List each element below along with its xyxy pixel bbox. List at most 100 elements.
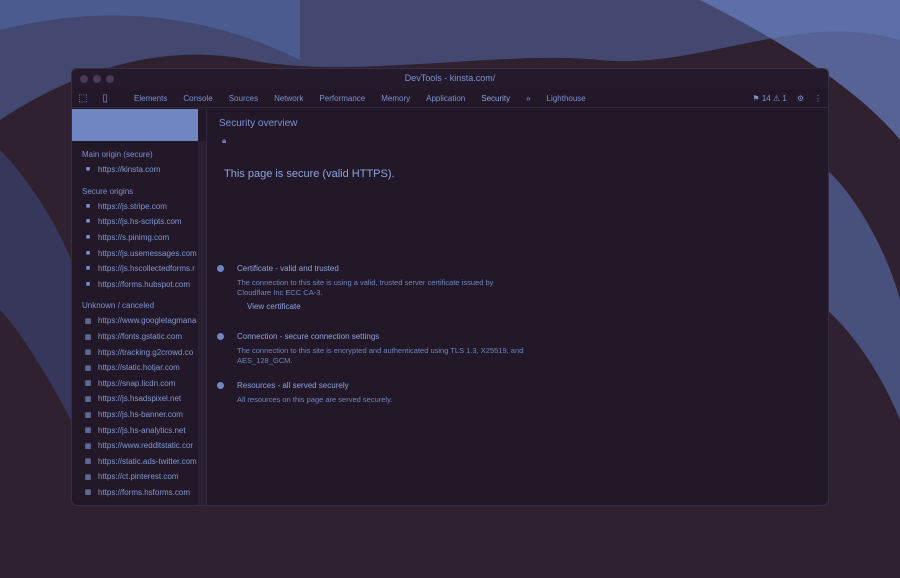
origin-label: https://s.pinimg.com: [98, 233, 170, 243]
warning-icon: ⚑: [752, 93, 760, 103]
connection-heading: Connection - secure connection settings: [237, 332, 380, 341]
tab-lighthouse[interactable]: Lighthouse: [539, 94, 594, 103]
origin-label: https://js.stripe.com: [98, 201, 167, 211]
certificate-heading: Certificate - valid and trusted: [237, 264, 339, 273]
unknown-icon: ▦: [84, 473, 92, 481]
devtools-toolbar: ⬚ ▯ Elements Console Sources Network Per…: [72, 89, 828, 108]
sidebar-item-origin[interactable]: ■ https://js.stripe.com: [72, 199, 206, 215]
sidebar-scrollbar[interactable]: [198, 141, 206, 505]
unknown-icon: ▦: [84, 364, 92, 372]
tab-performance[interactable]: Performance: [311, 94, 373, 103]
sidebar-item-origin[interactable]: ■ https://js.usemessages.com: [72, 245, 206, 261]
origin-label: https://www.googletagmana: [98, 316, 197, 326]
tab-sources[interactable]: Sources: [221, 94, 266, 103]
error-count: 1: [782, 93, 787, 103]
devtools-window: DevTools - kinsta.com/ ⬚ ▯ Elements Cons…: [71, 68, 829, 506]
gear-icon[interactable]: ⚙: [797, 94, 804, 103]
unknown-icon: ▦: [84, 427, 92, 435]
warning-count: 14: [761, 93, 771, 103]
sidebar-item-origin[interactable]: ▦ https://static.hotjar.com: [72, 360, 206, 376]
sidebar-item-origin[interactable]: ▦ https://js.hs-banner.com: [72, 407, 206, 423]
unknown-icon: ▦: [84, 442, 92, 450]
origin-label: https://tracking.g2crowd.co: [98, 347, 194, 357]
origin-label: https://js.hs-banner.com: [98, 410, 183, 420]
kebab-menu-icon[interactable]: ⋮: [814, 94, 822, 103]
sidebar-item-origin[interactable]: ▦ https://www.googletagmana: [72, 313, 206, 329]
unknown-icon: ▦: [84, 349, 92, 357]
lock-icon: ■: [85, 218, 91, 226]
origin-label: https://js.usemessages.com: [98, 248, 197, 258]
origin-label: https://kinsta.com: [98, 165, 161, 175]
unknown-icon: ▦: [84, 395, 92, 403]
tab-network[interactable]: Network: [266, 94, 311, 103]
security-summary: This page is secure (valid HTTPS).: [224, 168, 395, 180]
title-bar: DevTools - kinsta.com/: [72, 69, 828, 89]
sidebar-item-origin[interactable]: ■ https://forms.hubspot.com: [72, 277, 206, 293]
sidebar-item-origin[interactable]: ▦ https://www.redditstatic.cor: [72, 438, 206, 454]
origin-label: https://js.hsadspixel.net: [98, 394, 182, 404]
origin-label: https://snap.licdn.com: [98, 378, 176, 388]
origin-label: https://ct.pinterest.com: [98, 472, 179, 482]
sidebar-group-secure-origins: Secure origins: [82, 186, 134, 196]
sidebar-item-origin[interactable]: ▦ https://js.hsadspixel.net: [72, 391, 206, 407]
unknown-icon: ▦: [84, 411, 92, 419]
security-sidebar: Main origin (secure) ■ https://kinsta.com…: [72, 109, 207, 505]
sidebar-item-origin[interactable]: ▦ https://js.hs-analytics.net: [72, 422, 206, 438]
sidebar-item-origin[interactable]: ■ https://js.hscollectedforms.r: [72, 261, 206, 277]
lock-icon: ■: [85, 202, 91, 210]
tab-security[interactable]: Security: [473, 94, 518, 103]
lock-icon: 🔒︎: [222, 136, 227, 145]
origin-label: https://fonts.gstatic.com: [98, 332, 183, 342]
device-toolbar-icon[interactable]: ▯: [94, 89, 116, 107]
unknown-icon: ▦: [84, 317, 92, 325]
sidebar-item-overview[interactable]: [72, 109, 198, 141]
sidebar-item-origin[interactable]: ▦ https://tracking.g2crowd.co: [72, 344, 206, 360]
unknown-icon: ▦: [84, 333, 92, 341]
lock-icon: ■: [85, 166, 91, 174]
lock-icon: ■: [85, 265, 91, 273]
unknown-icon: ▦: [84, 458, 92, 466]
resources-heading: Resources - all served securely: [237, 381, 349, 390]
sidebar-item-origin[interactable]: ■ https://kinsta.com: [72, 162, 206, 178]
sidebar-item-origin[interactable]: ▦ https://ct.pinterest.com: [72, 469, 206, 485]
origin-label: https://forms.hubspot.com: [98, 279, 191, 289]
security-state-indicator: 🔒︎: [222, 136, 226, 146]
tab-elements[interactable]: Elements: [126, 94, 175, 103]
sidebar-item-origin[interactable]: ■ https://js.hs-scripts.com: [72, 214, 206, 230]
sidebar-group-unknown: Unknown / canceled: [82, 301, 155, 311]
page-title: Security overview: [219, 118, 298, 129]
origin-label: https://js.hscollectedforms.r: [98, 264, 195, 274]
sidebar-item-origin[interactable]: ▦ https://forms.hsforms.com: [72, 485, 206, 501]
tab-application[interactable]: Application: [418, 94, 473, 103]
sidebar-item-origin[interactable]: ▦ https://static.ads-twitter.com: [72, 454, 206, 470]
connection-description: The connection to this site is encrypted…: [237, 346, 524, 365]
tab-console[interactable]: Console: [175, 94, 220, 103]
sidebar-group-main-origin: Main origin (secure): [82, 150, 153, 159]
origin-label: https://forms.hsforms.com: [98, 487, 191, 497]
security-overview-panel: Security overview 🔒︎ This page is secure…: [207, 109, 828, 505]
certificate-description: The connection to this site is using a v…: [237, 278, 494, 297]
lock-icon: ■: [85, 249, 91, 257]
origin-label: https://www.redditstatic.cor: [98, 441, 194, 451]
more-tabs-button[interactable]: »: [518, 94, 538, 103]
panel-tabs: Elements Console Sources Network Perform…: [126, 94, 594, 103]
status-dot-icon: [217, 382, 224, 389]
sidebar-item-origin[interactable]: ▦ https://fonts.gstatic.com: [72, 329, 206, 345]
sidebar-item-origin[interactable]: ■ https://s.pinimg.com: [72, 230, 206, 246]
cursor-inspect-icon[interactable]: ⬚: [72, 89, 94, 107]
view-certificate-button[interactable]: View certificate: [247, 302, 301, 311]
tab-memory[interactable]: Memory: [373, 94, 418, 103]
lock-icon: ■: [85, 234, 91, 242]
unknown-icon: ▦: [84, 380, 92, 388]
status-dot-icon: [217, 265, 224, 272]
unknown-icon: ▦: [84, 489, 92, 497]
origin-label: https://static.hotjar.com: [98, 363, 180, 373]
error-icon: ⚠: [772, 93, 781, 103]
sidebar-item-origin[interactable]: ▦ https://snap.licdn.com: [72, 376, 206, 392]
issues-counter[interactable]: ⚑ 14 ⚠ 1: [752, 94, 786, 103]
toolbar-status: ⚑ 14 ⚠ 1 ⚙ ⋮: [752, 89, 822, 107]
window-title: DevTools - kinsta.com/: [404, 73, 496, 83]
status-dot-icon: [217, 333, 224, 340]
lock-icon: ■: [85, 280, 91, 288]
resources-description: All resources on this page are served se…: [237, 395, 393, 404]
